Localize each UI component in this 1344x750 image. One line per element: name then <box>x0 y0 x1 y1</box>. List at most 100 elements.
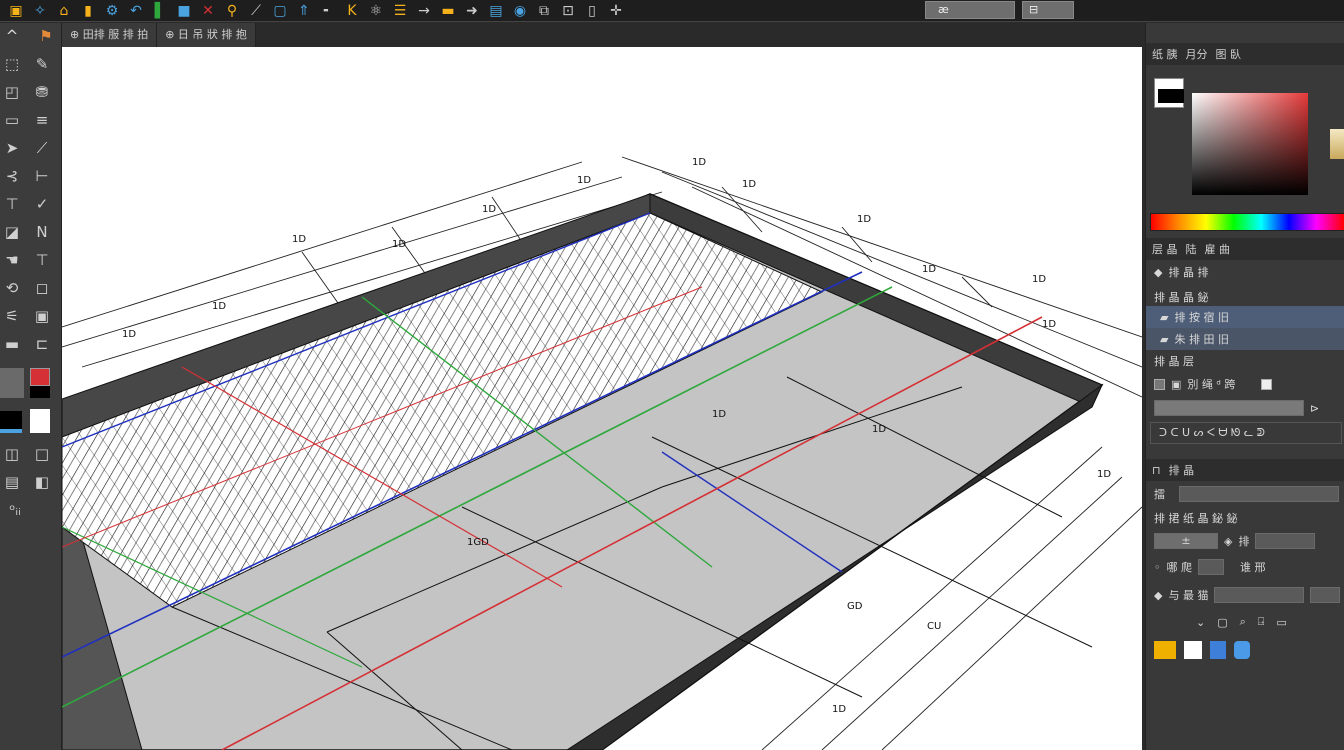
box-tool-icon[interactable]: ◻ <box>30 277 54 299</box>
layer-group[interactable]: 排 晶 晶 鉍 <box>1146 286 1344 308</box>
rectangle-icon[interactable]: ▭ <box>0 109 24 131</box>
layout-icon[interactable]: ▤ <box>0 471 24 493</box>
rotate-icon[interactable]: ⟲ <box>0 277 24 299</box>
props-row-1[interactable]: ▣ 別 绳 ᵈ 跨 <box>1146 373 1344 395</box>
chevron-up-icon[interactable]: ^ <box>0 25 24 47</box>
network-icon[interactable]: ⚛ <box>366 2 386 20</box>
mode-icon[interactable]: ◧ <box>30 471 54 493</box>
select-icon[interactable]: ⬚ <box>0 53 24 75</box>
bucket-icon[interactable]: ⛃ <box>30 81 54 103</box>
doc-blue-icon[interactable] <box>1210 641 1226 659</box>
fill-icon[interactable]: ▬ <box>0 333 24 355</box>
tab-drawing-1[interactable]: ⊕ 田排 服 排 拍 <box>62 23 158 47</box>
square-icon[interactable]: ■ <box>174 2 194 20</box>
value-field[interactable] <box>1214 587 1305 603</box>
close-icon[interactable]: ✕ <box>198 2 218 20</box>
tab-layers[interactable]: 层 晶 <box>1152 241 1178 257</box>
view-icon[interactable]: ◫ <box>0 443 24 465</box>
pen-icon[interactable]: ✎ <box>30 53 54 75</box>
new-page-icon[interactable]: ▢ <box>1217 616 1227 629</box>
bottom-row-2[interactable]: ± ◈ 排 <box>1146 530 1344 552</box>
misc-icon[interactable]: ᵒᵢᵢ <box>0 499 30 521</box>
stroke-swatch[interactable] <box>0 368 24 398</box>
props-row-2[interactable]: ⊳ <box>1146 397 1344 419</box>
stairs-icon[interactable]: ◪ <box>0 221 24 243</box>
props-row-3[interactable]: ᑐ ᑕ ᑌ ᔕ ᐸ ᗨ ᘚ ᓚ ᕲ <box>1150 422 1342 444</box>
frame-icon[interactable]: ▢ <box>270 2 290 20</box>
folder-yellow-icon[interactable] <box>1154 641 1176 659</box>
checkbox-white[interactable] <box>1261 378 1273 390</box>
bottom-row-4[interactable]: ◆ 与 最 猫 <box>1146 584 1344 606</box>
tab-left-icon[interactable]: ⊓ <box>1152 464 1161 477</box>
tab-color[interactable]: 纸 胰 <box>1152 46 1178 62</box>
layer-item-1[interactable]: ▰ 排 按 宿 旧 <box>1146 306 1344 328</box>
cross-icon[interactable]: ✛ <box>606 2 626 20</box>
color-picker-field[interactable] <box>1192 93 1308 195</box>
pin-icon[interactable]: ⚲ <box>222 2 242 20</box>
toolbar-field[interactable]: æ <box>925 1 1015 19</box>
extend-icon[interactable]: ⊤ <box>0 193 24 215</box>
tab-drawing-2[interactable]: ⊕ 日 吊 狀 排 抱 <box>157 23 256 47</box>
inbox-icon[interactable]: ⍈ <box>1258 615 1265 629</box>
k-icon[interactable]: K <box>342 2 362 20</box>
fill-swatch[interactable] <box>30 368 50 386</box>
toolbar-field-right[interactable]: ⊟ <box>1022 1 1074 19</box>
export-icon[interactable]: ⇑ <box>294 2 314 20</box>
duplicate-icon[interactable]: ⊡ <box>558 2 578 20</box>
mirror-icon[interactable]: ⚟ <box>0 305 24 327</box>
tab-channels[interactable]: 陆 <box>1186 241 1197 257</box>
folder-icon[interactable]: ▬ <box>438 2 458 20</box>
left-field[interactable]: ± <box>1154 533 1218 549</box>
settings-icon[interactable]: ⚙ <box>102 2 122 20</box>
swap-swatch[interactable] <box>30 386 50 398</box>
trim-icon[interactable]: ⊢ <box>30 165 54 187</box>
unit-field[interactable] <box>1310 587 1341 603</box>
undo-icon[interactable]: ↶ <box>126 2 146 20</box>
toggle-field[interactable] <box>1198 559 1224 575</box>
right-field[interactable] <box>1255 533 1316 549</box>
arrow-right-icon[interactable]: ➜ <box>462 2 482 20</box>
chevron-down-icon[interactable]: ⌄ <box>1196 616 1205 629</box>
light-icon[interactable]: ✧ <box>30 2 50 20</box>
save-icon[interactable]: ▣ <box>6 2 26 20</box>
arrow-tool-icon[interactable]: ➤ <box>0 137 24 159</box>
hand-icon[interactable]: ☚ <box>0 249 24 271</box>
stepper-icon[interactable]: ◈ <box>1224 535 1232 548</box>
checkbox[interactable] <box>1154 378 1165 390</box>
bottom-row-1[interactable]: 擂 <box>1146 483 1344 505</box>
bottom-row-3[interactable]: ◦ 哪 爬 谁 邢 <box>1146 556 1344 578</box>
lock-icon[interactable]: ▮ <box>78 2 98 20</box>
tab-paths[interactable]: 雇 曲 <box>1205 241 1231 257</box>
layer-item-2[interactable]: ▰ 朱 排 田 旧 <box>1146 328 1344 350</box>
grid-tool-icon[interactable]: ⊏ <box>30 333 54 355</box>
align-icon[interactable]: ≡ <box>30 109 54 131</box>
opacity-slider[interactable] <box>1154 400 1304 416</box>
check-tool-icon[interactable]: ✓ <box>30 193 54 215</box>
node-icon[interactable]: ◰ <box>0 81 24 103</box>
line-icon[interactable]: ╸ <box>318 2 338 20</box>
hammer-icon[interactable]: ⊤ <box>30 249 54 271</box>
page-white-icon[interactable] <box>1184 641 1202 659</box>
ruler-icon[interactable]: ⟋ <box>246 2 266 20</box>
globe-icon[interactable]: ◉ <box>510 2 530 20</box>
document-icon[interactable]: ▤ <box>486 2 506 20</box>
white-swatch[interactable] <box>30 409 50 433</box>
page-icon[interactable]: ▯ <box>582 2 602 20</box>
pencil-icon[interactable]: ⟋ <box>30 137 54 159</box>
flag-icon[interactable]: ⚑ <box>34 25 58 47</box>
drawing-canvas[interactable]: 1D 1D 1D 1D 1D 1D 1D 1D 1D 1D 1D 1D 1D 1… <box>62 47 1142 750</box>
hue-slider[interactable] <box>1150 213 1344 231</box>
current-color-swatch[interactable] <box>1154 78 1184 108</box>
tag-icon[interactable]: ⌂ <box>54 2 74 20</box>
name-field[interactable] <box>1179 486 1339 502</box>
black-swatch[interactable] <box>0 411 22 433</box>
split-icon[interactable]: ⊰ <box>0 165 24 187</box>
n-tool-icon[interactable]: N <box>30 221 54 243</box>
tab-swatches[interactable]: 月分 <box>1186 46 1208 62</box>
list-icon[interactable]: ☰ <box>390 2 410 20</box>
panel-icon[interactable]: ▭ <box>1276 616 1286 629</box>
tab-gradient[interactable]: 图 臥 <box>1216 46 1242 62</box>
arrow-icon[interactable]: → <box>414 2 434 20</box>
screen-icon[interactable]: □ <box>30 443 54 465</box>
search-icon[interactable]: ⌕ <box>1240 615 1246 629</box>
